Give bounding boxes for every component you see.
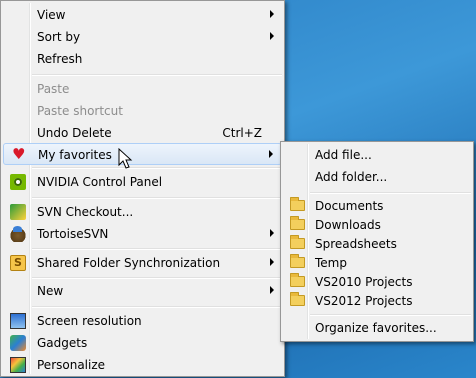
submenu-arrow-icon (270, 10, 274, 18)
menu-item-label: View (37, 8, 66, 22)
submenu-item-add-file[interactable]: Add file... (283, 144, 471, 166)
submenu-item-organize-favorites[interactable]: Organize favorites... (283, 317, 471, 339)
menu-separator (32, 248, 282, 250)
menu-item-label: Add file... (315, 148, 372, 162)
menu-item-refresh[interactable]: Refresh (3, 48, 282, 70)
menu-item-gadgets[interactable]: Gadgets (3, 332, 282, 354)
submenu-item-vs2012-projects[interactable]: VS2012 Projects (283, 290, 471, 312)
menu-item-label: NVIDIA Control Panel (37, 175, 163, 189)
nvidia-icon (10, 174, 26, 190)
sync-icon (10, 255, 26, 271)
submenu-arrow-icon (270, 286, 274, 294)
menu-item-label: SVN Checkout... (37, 205, 134, 219)
menu-item-paste: Paste (3, 78, 282, 100)
menu-item-label: Add folder... (315, 170, 388, 184)
menu-separator (32, 306, 282, 308)
menu-separator (310, 192, 471, 194)
menu-item-label: Downloads (315, 218, 381, 232)
menu-separator (310, 314, 471, 316)
folder-icon (290, 254, 305, 268)
menu-item-sort-by[interactable]: Sort by (3, 26, 282, 48)
folder-icon (290, 216, 305, 230)
menu-item-my-favorites[interactable]: My favorites (3, 143, 282, 165)
menu-item-label: Documents (315, 199, 384, 213)
submenu-arrow-icon (269, 150, 273, 158)
submenu-arrow-icon (270, 229, 274, 237)
menu-separator (32, 74, 282, 76)
menu-item-tortoisesvn[interactable]: TortoiseSVN (3, 223, 282, 245)
menu-item-label: Undo Delete (37, 126, 112, 140)
folder-icon (290, 273, 305, 287)
menu-item-label: TortoiseSVN (37, 227, 109, 241)
menu-item-screen-resolution[interactable]: Screen resolution (3, 310, 282, 332)
folder-icon (290, 292, 305, 306)
folder-icon (290, 197, 305, 211)
personalize-icon (10, 357, 26, 373)
shortcut-text: Ctrl+Z (222, 126, 262, 140)
menu-item-label: Paste (37, 82, 70, 96)
menu-item-label: Gadgets (37, 336, 88, 350)
desktop-context-menu: View Sort by Refresh Paste Paste shortcu… (0, 0, 285, 377)
heart-icon (12, 145, 25, 163)
menu-item-undo-delete[interactable]: Undo Delete Ctrl+Z (3, 122, 282, 144)
menu-item-label: Sort by (37, 30, 81, 44)
menu-item-label: Personalize (37, 358, 106, 372)
menu-item-personalize[interactable]: Personalize (3, 354, 282, 376)
gadgets-icon (10, 335, 26, 351)
menu-item-paste-shortcut: Paste shortcut (3, 100, 282, 122)
menu-item-label: My favorites (38, 148, 112, 162)
favorites-submenu: Add file... Add folder... Documents Down… (280, 141, 474, 342)
menu-item-label: VS2010 Projects (315, 275, 413, 289)
menu-item-label: Shared Folder Synchronization (37, 256, 221, 270)
menu-item-label: VS2012 Projects (315, 294, 413, 308)
monitor-icon (10, 313, 26, 329)
menu-item-label: Organize favorites... (315, 321, 437, 335)
menu-item-label: Paste shortcut (37, 104, 123, 118)
menu-item-nvidia-control-panel[interactable]: NVIDIA Control Panel (3, 171, 282, 193)
menu-item-label: Screen resolution (37, 314, 142, 328)
svn-checkout-icon (10, 204, 26, 220)
menu-item-label: Refresh (37, 52, 83, 66)
submenu-arrow-icon (270, 32, 274, 40)
tortoise-icon (10, 226, 26, 242)
menu-item-view[interactable]: View (3, 4, 282, 26)
menu-separator (32, 277, 282, 279)
menu-item-shared-folder-sync[interactable]: Shared Folder Synchronization (3, 252, 282, 274)
menu-separator (32, 197, 282, 199)
folder-icon (290, 235, 305, 249)
mouse-cursor-icon (118, 148, 133, 169)
menu-separator (32, 167, 282, 169)
menu-item-label: New (37, 284, 64, 298)
menu-item-label: Spreadsheets (315, 237, 397, 251)
menu-item-new[interactable]: New (3, 280, 282, 302)
submenu-item-add-folder[interactable]: Add folder... (283, 166, 471, 188)
menu-item-label: Temp (315, 256, 347, 270)
submenu-arrow-icon (270, 258, 274, 266)
menu-item-svn-checkout[interactable]: SVN Checkout... (3, 201, 282, 223)
